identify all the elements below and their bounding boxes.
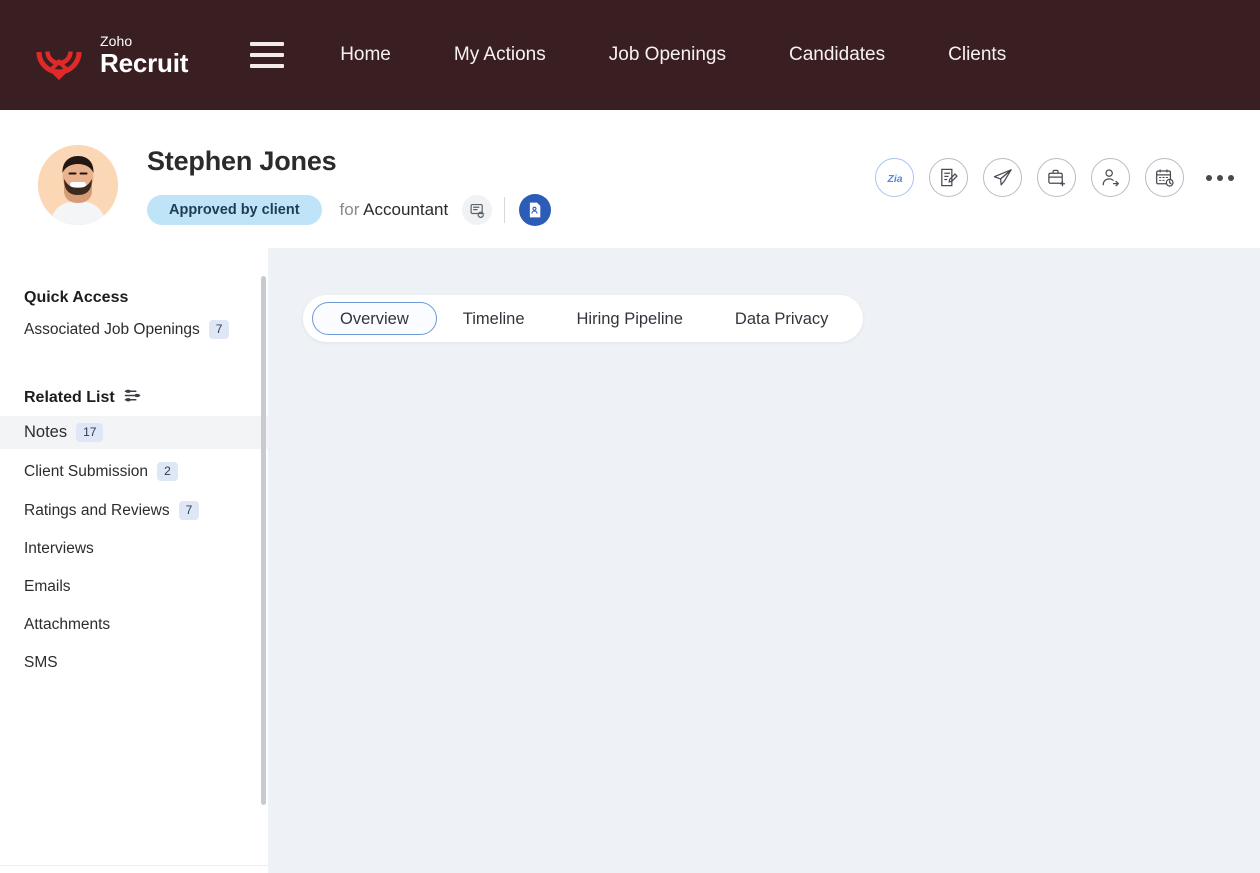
avatar[interactable] (38, 145, 118, 225)
more-options-icon[interactable] (1204, 169, 1236, 187)
nav-item-job-openings[interactable]: Job Openings (599, 38, 736, 72)
sidebar-item-label: Client Submission (24, 463, 148, 481)
nav-item-home[interactable]: Home (330, 38, 401, 72)
nav-item-candidates[interactable]: Candidates (779, 38, 895, 72)
brand-main-label: Recruit (100, 50, 188, 76)
hamburger-bar (250, 53, 284, 57)
main-content-area: Overview Timeline Hiring Pipeline Data P… (268, 248, 1260, 873)
count-badge: 17 (76, 423, 103, 442)
sidebar-item-label: Emails (24, 578, 71, 596)
note-edit-icon[interactable] (929, 158, 968, 197)
candidate-header: Stephen Jones Approved by client for Acc… (0, 110, 1260, 248)
person-forward-icon[interactable] (1091, 158, 1130, 197)
sidebar-item-associated-job-openings[interactable]: Associated Job Openings 7 (0, 313, 268, 346)
briefcase-add-icon[interactable] (1037, 158, 1076, 197)
content-tab-bar: Overview Timeline Hiring Pipeline Data P… (303, 295, 863, 342)
associated-role-label: for Accountant (340, 200, 449, 220)
zoho-recruit-logo-icon (30, 26, 88, 84)
count-badge: 7 (209, 320, 230, 339)
hamburger-bar (250, 42, 284, 46)
sidebar-item-emails[interactable]: Emails (0, 571, 268, 603)
sidebar-item-sms[interactable]: SMS (0, 647, 268, 679)
brand-text: Zoho Recruit (100, 34, 188, 76)
page-title: Stephen Jones (147, 146, 336, 177)
tab-data-privacy[interactable]: Data Privacy (709, 302, 855, 335)
sidebar-item-label: Interviews (24, 540, 94, 558)
sidebar-item-ratings-and-reviews[interactable]: Ratings and Reviews 7 (0, 494, 268, 527)
dot (1217, 175, 1223, 181)
primary-nav-items: Home My Actions Job Openings Candidates … (330, 38, 1059, 72)
sidebar-item-label: Notes (24, 423, 67, 442)
meta-divider (504, 197, 505, 223)
candidate-meta-row: Approved by client for Accountant (147, 194, 551, 226)
related-list-heading: Related List (24, 388, 268, 408)
list-settings-icon[interactable] (124, 388, 141, 408)
sidebar-item-client-submission[interactable]: Client Submission 2 (0, 455, 268, 488)
brand-logo-area[interactable]: Zoho Recruit (30, 26, 188, 84)
quick-access-heading: Quick Access (24, 248, 268, 307)
count-badge: 2 (157, 462, 178, 481)
sidebar-item-label: Attachments (24, 616, 110, 634)
dot (1228, 175, 1234, 181)
form-refresh-icon[interactable] (462, 195, 492, 225)
for-prefix: for (340, 200, 360, 219)
sidebar-scrollbar[interactable] (261, 276, 266, 805)
header-action-buttons: Zia (860, 158, 1236, 197)
dot (1206, 175, 1212, 181)
resume-document-icon[interactable] (519, 194, 551, 226)
nav-item-my-actions[interactable]: My Actions (444, 38, 556, 72)
sidebar-item-label: Associated Job Openings (24, 321, 200, 339)
role-name: Accountant (363, 200, 448, 219)
tab-timeline[interactable]: Timeline (437, 302, 551, 335)
calendar-clock-icon[interactable] (1145, 158, 1184, 197)
svg-text:Zia: Zia (886, 174, 902, 185)
related-sidebar: Quick Access Associated Job Openings 7 R… (0, 248, 268, 866)
send-mail-icon[interactable] (983, 158, 1022, 197)
top-navigation-bar: Zoho Recruit Home My Actions Job Opening… (0, 0, 1260, 110)
related-list-label: Related List (24, 389, 115, 407)
nav-item-clients[interactable]: Clients (938, 38, 1016, 72)
zia-assistant-icon[interactable]: Zia (875, 158, 914, 197)
brand-sub-label: Zoho (100, 34, 188, 48)
sidebar-item-label: Ratings and Reviews (24, 502, 170, 520)
sidebar-item-label: SMS (24, 654, 58, 672)
sidebar-item-interviews[interactable]: Interviews (0, 533, 268, 565)
tab-overview[interactable]: Overview (312, 302, 437, 335)
hamburger-bar (250, 64, 284, 68)
sidebar-item-attachments[interactable]: Attachments (0, 609, 268, 641)
status-badge: Approved by client (147, 195, 322, 225)
count-badge: 7 (179, 501, 200, 520)
hamburger-menu-icon[interactable] (250, 42, 284, 68)
sidebar-item-notes[interactable]: Notes 17 (0, 416, 268, 449)
tab-hiring-pipeline[interactable]: Hiring Pipeline (551, 302, 709, 335)
